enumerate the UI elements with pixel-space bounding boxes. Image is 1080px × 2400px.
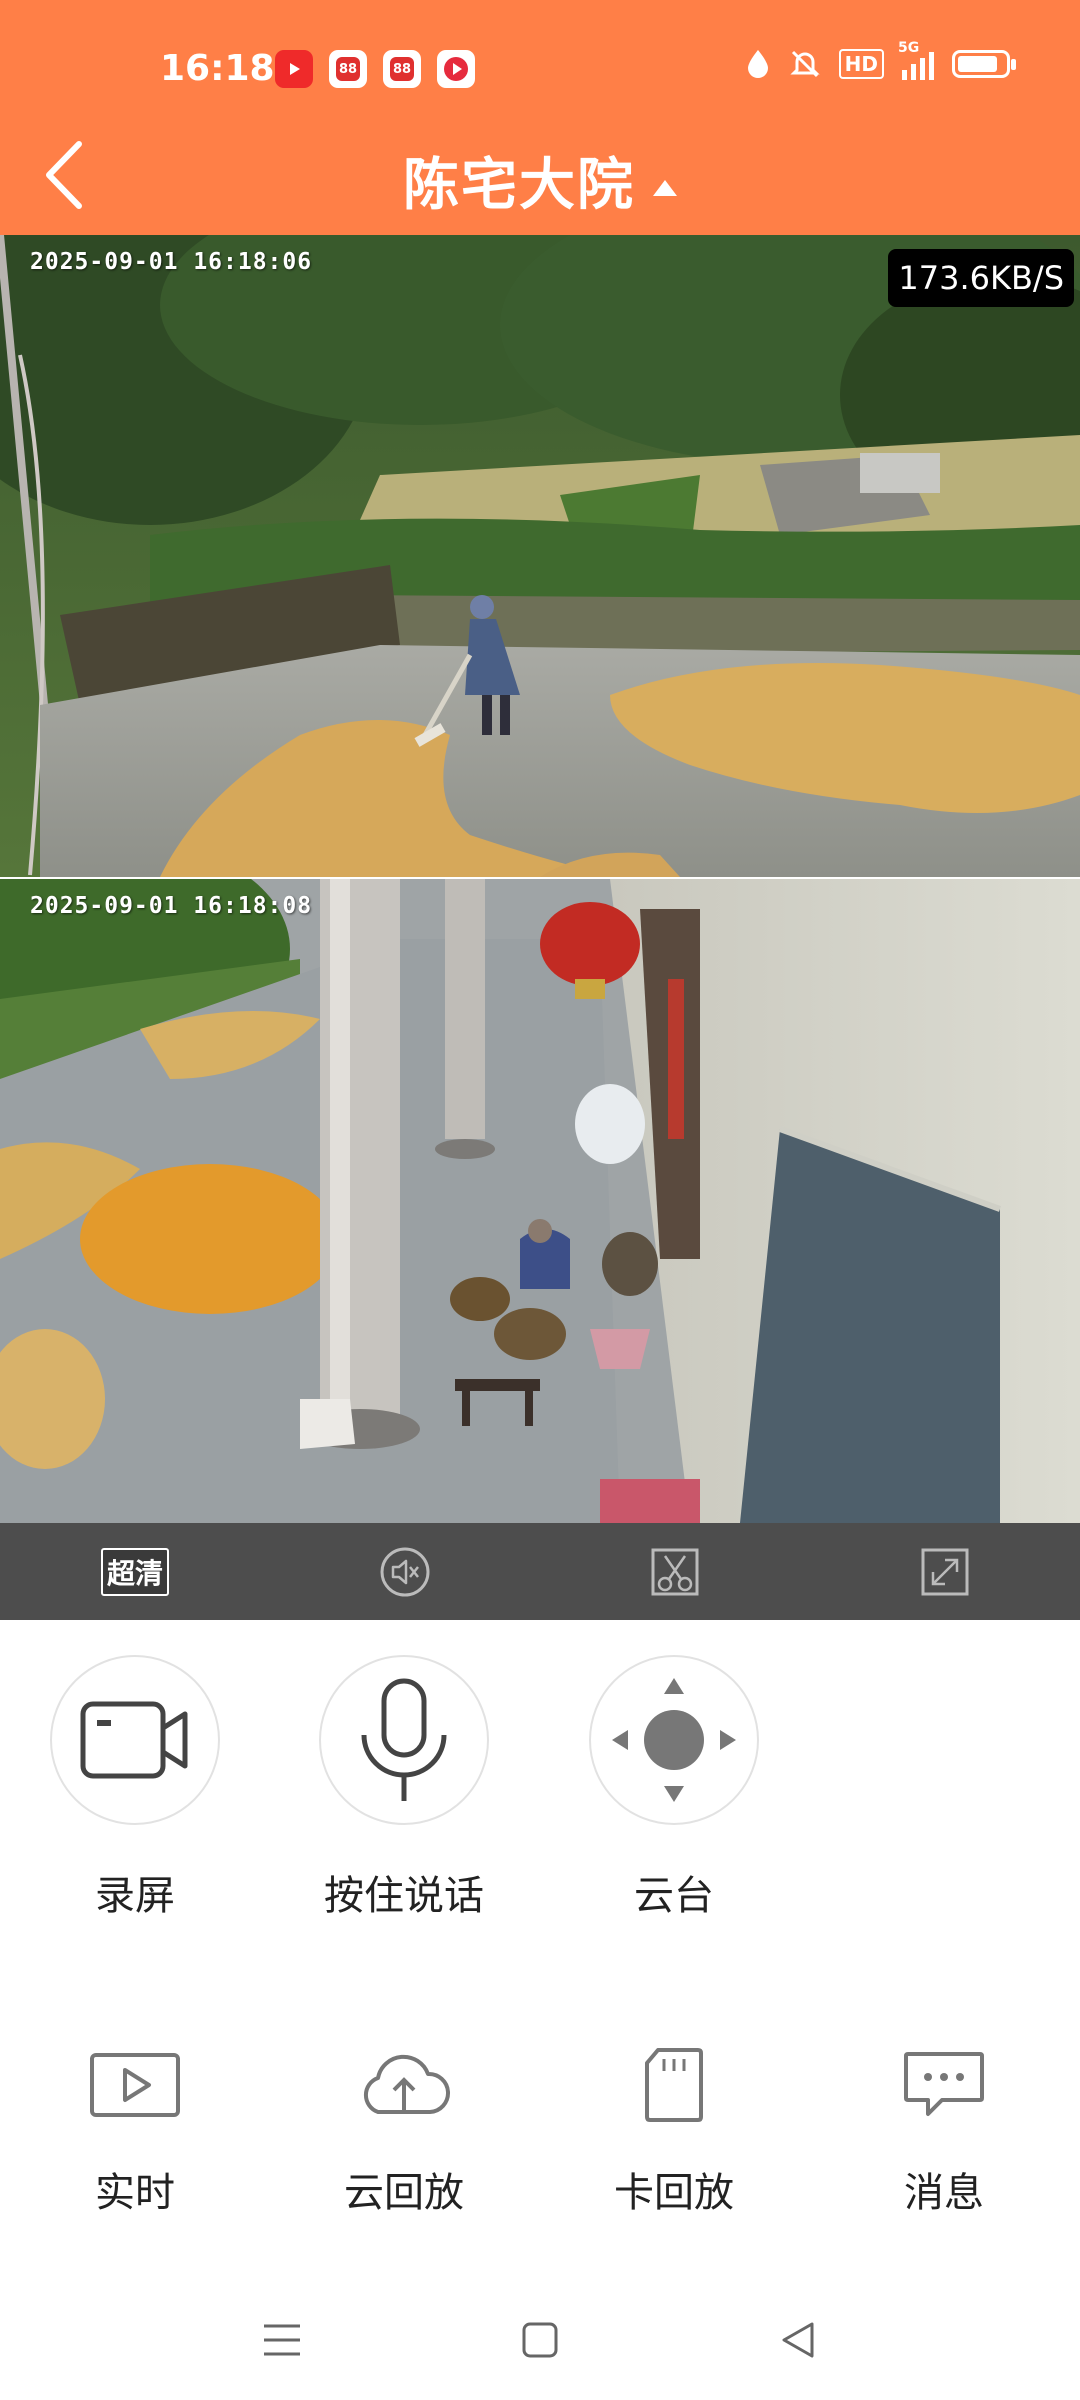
- record-screen-button[interactable]: 录屏: [25, 1655, 245, 1921]
- push-to-talk-button[interactable]: 按住说话: [294, 1655, 514, 1921]
- network-type: 5G: [898, 40, 920, 56]
- card-playback-button[interactable]: 卡回放: [564, 2040, 784, 2218]
- system-status-icons: HD 5G: [745, 40, 1016, 80]
- split-screen-icon: [651, 1548, 699, 1596]
- camera-feed-2[interactable]: 2025-09-01 16:18:08: [0, 879, 1080, 1523]
- ptz-label: 云台: [634, 1873, 714, 1919]
- mute-icon: [380, 1547, 430, 1597]
- quality-label: 超清: [100, 1548, 169, 1596]
- ptz-joystick-icon: [612, 1678, 736, 1802]
- feed-1-timestamp: 2025-09-01 16:18:06: [30, 249, 313, 275]
- cloud-playback-button[interactable]: 云回放: [294, 2040, 514, 2218]
- video-app-icon-2: [437, 50, 475, 88]
- shop-app-icon: 88: [329, 50, 367, 88]
- status-time: 16:18: [160, 48, 275, 89]
- talk-circle: [319, 1655, 489, 1825]
- home-button[interactable]: [510, 2310, 570, 2370]
- feed-2-timestamp: 2025-09-01 16:18:08: [30, 893, 313, 919]
- notification-app-icons: 88 88: [275, 50, 475, 88]
- cloud-label: 云回放: [344, 2170, 464, 2216]
- fullscreen-icon: [921, 1548, 969, 1596]
- cloud-upload-icon: [363, 2054, 451, 2114]
- shop-app-icon-2: 88: [383, 50, 421, 88]
- messages-button[interactable]: 消息: [834, 2040, 1054, 2218]
- menu-button[interactable]: [252, 2310, 312, 2370]
- ptz-control-button[interactable]: 云台: [564, 1655, 784, 1921]
- sd-card-icon: [645, 2048, 703, 2122]
- card-label: 卡回放: [614, 2170, 734, 2216]
- feed-1-image: [0, 235, 1080, 877]
- split-screen-button[interactable]: [648, 1547, 702, 1597]
- player-control-bar: 超清: [0, 1523, 1080, 1620]
- bell-muted-icon: [790, 50, 820, 78]
- title-dropdown[interactable]: 陈宅大院: [0, 140, 1080, 221]
- message-icon: [904, 2052, 984, 2116]
- play-icon: [90, 2053, 180, 2117]
- camera-feed-1[interactable]: 2025-09-01 16:18:06 173.6KB/S: [0, 235, 1080, 877]
- caret-up-icon: [653, 180, 677, 196]
- record-label: 录屏: [95, 1873, 175, 1919]
- navigation-bar: 陈宅大院: [0, 140, 1080, 235]
- back-triangle-icon: [782, 2322, 814, 2358]
- droplet-icon: [747, 50, 768, 78]
- ptz-circle: [589, 1655, 759, 1825]
- status-bar: 16:18 88 88 HD 5G: [0, 0, 1080, 140]
- app-header: 16:18 88 88 HD 5G 陈宅大院: [0, 0, 1080, 235]
- feed-2-image: [0, 879, 1080, 1523]
- fullscreen-button[interactable]: [918, 1547, 972, 1597]
- signal-icon: 5G: [898, 40, 934, 80]
- talk-label: 按住说话: [324, 1873, 484, 1919]
- video-app-icon: [275, 50, 313, 88]
- menu-icon: [264, 2324, 300, 2356]
- mute-button[interactable]: [378, 1547, 432, 1597]
- video-camera-icon: [80, 1701, 188, 1779]
- page-title: 陈宅大院: [403, 153, 635, 218]
- live-view-button[interactable]: 实时: [25, 2040, 245, 2218]
- microphone-icon: [361, 1678, 447, 1801]
- hd-badge: HD: [838, 49, 884, 79]
- system-navigation-bar: [0, 2290, 1080, 2400]
- home-icon: [522, 2322, 558, 2358]
- live-label: 实时: [95, 2170, 175, 2216]
- messages-label: 消息: [904, 2170, 984, 2216]
- battery-icon: [952, 50, 1016, 78]
- back-nav-button[interactable]: [768, 2310, 828, 2370]
- record-circle: [50, 1655, 220, 1825]
- bitrate-badge: 173.6KB/S: [888, 249, 1074, 307]
- quality-button[interactable]: 超清: [92, 1547, 178, 1597]
